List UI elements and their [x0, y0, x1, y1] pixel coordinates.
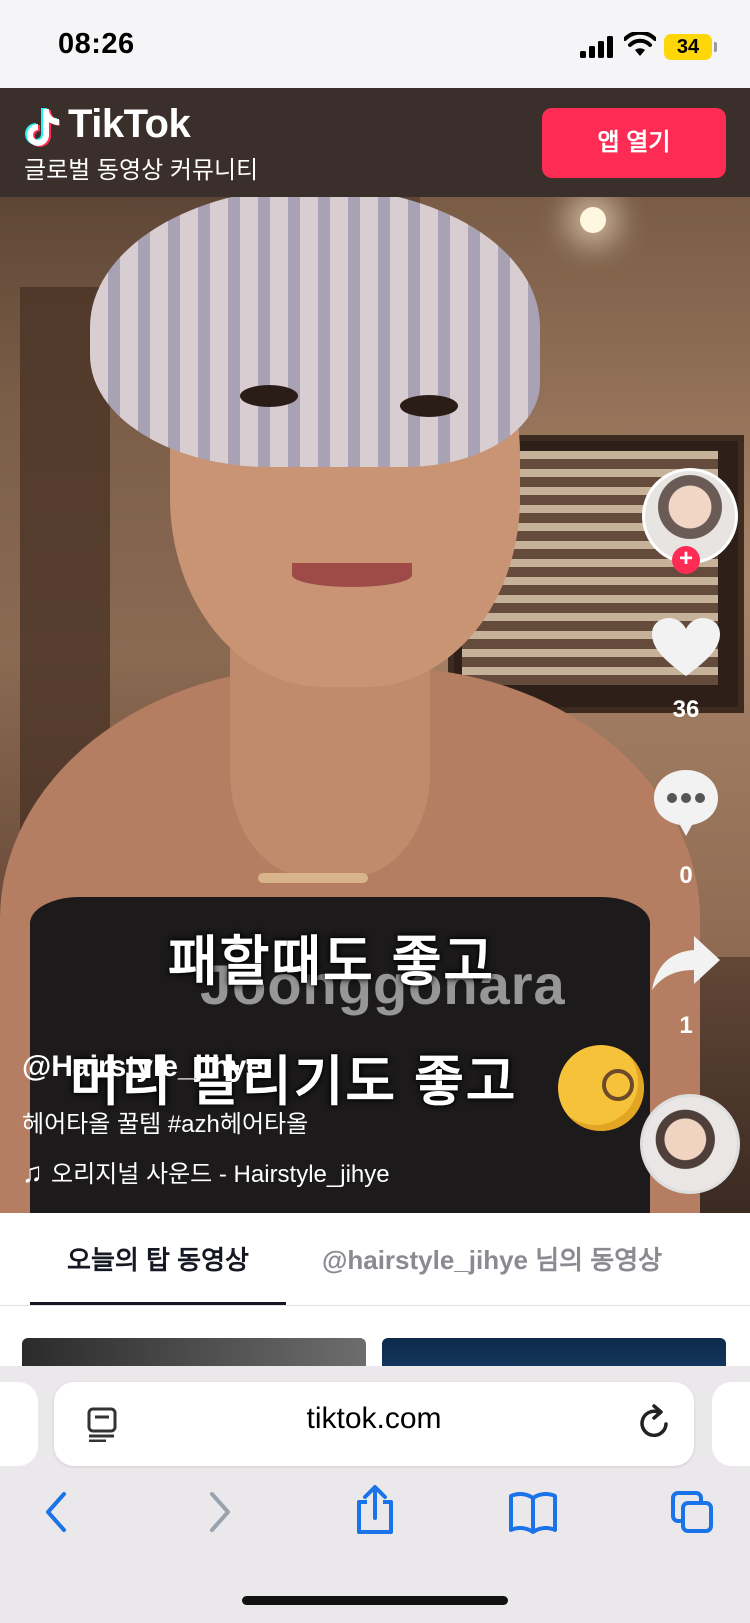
sound-row[interactable]: ♫ 오리지널 사운드 - Hairstyle_jihye: [22, 1154, 390, 1189]
follow-plus-icon[interactable]: +: [672, 546, 700, 574]
home-indicator: [242, 1596, 508, 1605]
video-ceiling-light: [580, 207, 606, 233]
video-caption-line1: 패할때도 좋고: [168, 932, 496, 992]
video-hair-towel: [90, 197, 540, 467]
music-note-icon: ♫: [22, 1157, 43, 1188]
share-count: 1: [679, 1012, 693, 1039]
brand-subtitle: 글로벌 동영상 커뮤니티: [24, 157, 259, 184]
forward-icon[interactable]: [196, 1490, 240, 1534]
tiktok-logo-icon: [25, 108, 60, 147]
cellular-signal-icon: [580, 36, 613, 58]
monocle-icon: [602, 1069, 634, 1101]
sound-title: 오리지널 사운드 - Hairstyle_jihye: [51, 1161, 390, 1188]
wifi-icon: [624, 32, 656, 56]
tab-top-videos[interactable]: 오늘의 탑 동영상: [30, 1240, 286, 1277]
tabs-icon[interactable]: [670, 1490, 714, 1534]
open-app-button[interactable]: 앱 열기: [542, 108, 726, 178]
video-necklace: [258, 873, 368, 883]
like-count: 36: [672, 696, 700, 723]
status-time: 08:26: [58, 28, 135, 60]
brand-name: TikTok: [68, 102, 191, 146]
comment-icon[interactable]: [650, 766, 722, 838]
battery-tip: [714, 42, 717, 52]
back-icon[interactable]: [36, 1490, 80, 1534]
battery-icon: 34: [664, 34, 712, 60]
reload-icon[interactable]: [636, 1404, 672, 1442]
music-disc[interactable]: [640, 1094, 740, 1194]
creator-username[interactable]: @Hairstyle_jihye: [22, 1050, 263, 1084]
video-description[interactable]: 헤어타올 꿀템 #azh헤어타올: [22, 1104, 308, 1139]
tab-creator-videos[interactable]: @hairstyle_jihye 님의 동영상: [322, 1240, 662, 1277]
url-text[interactable]: tiktok.com: [54, 1402, 694, 1436]
share-icon[interactable]: [650, 934, 722, 992]
video-person-mouth: [292, 563, 412, 587]
video-person-eye-left: [240, 385, 298, 407]
tab-underline: [30, 1302, 286, 1305]
bookmarks-icon[interactable]: [508, 1490, 558, 1534]
prev-tab-pill[interactable]: [0, 1382, 38, 1466]
comment-count: 0: [679, 862, 693, 889]
video-person-eye-right: [400, 395, 458, 417]
next-tab-pill[interactable]: [712, 1382, 750, 1466]
share-sheet-icon[interactable]: [352, 1484, 398, 1536]
heart-icon[interactable]: [650, 616, 722, 680]
